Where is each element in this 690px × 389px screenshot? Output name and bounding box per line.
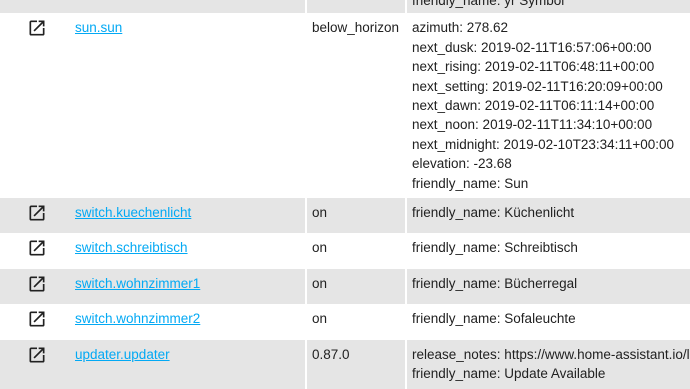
- icon-cell: [0, 13, 69, 199]
- attributes-cell: friendly_name: Schreibtisch: [407, 233, 690, 269]
- table-row: switch.wohnzimmer2 on friendly_name: Sofal…: [0, 304, 690, 340]
- attribute-line: next_setting: 2019-02-11T16:20:09+00:00: [412, 78, 663, 94]
- attribute-line: next_noon: 2019-02-11T11:34:10+00:00: [412, 117, 653, 133]
- open-in-new-icon[interactable]: [27, 274, 47, 294]
- attribute-line: release_notes: https://www.home-assistan…: [412, 346, 690, 362]
- icon-cell: [0, 198, 69, 234]
- attributes-cell: azimuth: 278.62 next_dusk: 2019-02-11T16:…: [407, 13, 690, 199]
- state-cell: below_horizon: [307, 13, 407, 199]
- icon-cell: [0, 339, 69, 389]
- attribute-line: friendly_name: Update Available: [412, 366, 606, 382]
- entity-link[interactable]: switch.kuechenlicht: [75, 205, 191, 220]
- entity-cell: switch.kuechenlicht: [69, 198, 307, 234]
- state-cell: on: [307, 233, 407, 269]
- attributes-cell: friendly_name: Sofaleuchte: [407, 304, 690, 340]
- table-row: sun.sun below_horizon azimuth: 278.62 next_…: [0, 13, 690, 199]
- attribute-line: next_dawn: 2019-02-11T06:11:14+00:00: [412, 98, 655, 114]
- attribute-line: friendly_name: Bücherregal: [412, 275, 578, 291]
- state-cell: on: [307, 268, 407, 305]
- state-cell: 0.87.0: [307, 339, 407, 389]
- attribute-line: friendly_name: Sun: [412, 175, 529, 191]
- table-row: switch.schreibtisch on friendly_name: Schr…: [0, 233, 690, 269]
- state-cell: on: [307, 304, 407, 340]
- entity-cell: sun.sun: [69, 13, 307, 199]
- attributes-cell: friendly_name: yr Symbol: [407, 0, 690, 14]
- attribute-line: friendly_name: Küchenlicht: [412, 205, 575, 221]
- table-row: updater.updater 0.87.0 release_notes: http…: [0, 339, 690, 389]
- table-row: switch.kuechenlicht on friendly_name: Küch…: [0, 198, 690, 234]
- table-row: friendly_name: yr Symbol: [0, 0, 690, 14]
- attributes-cell: friendly_name: Bücherregal: [407, 268, 690, 305]
- table-row: switch.wohnzimmer1 on friendly_name: Büche…: [0, 268, 690, 305]
- attribute-line: azimuth: 278.62: [412, 20, 509, 36]
- entity-cell: [69, 0, 307, 14]
- entity-link[interactable]: switch.wohnzimmer2: [75, 311, 200, 326]
- open-in-new-icon[interactable]: [27, 345, 47, 365]
- open-in-new-icon[interactable]: [27, 238, 47, 258]
- state-cell: on: [307, 198, 407, 234]
- icon-cell: [0, 268, 69, 305]
- attribute-line: friendly_name: yr Symbol: [412, 0, 565, 8]
- icon-cell: [0, 233, 69, 269]
- open-in-new-icon[interactable]: [27, 203, 47, 223]
- state-cell: [307, 0, 407, 14]
- entity-link[interactable]: sun.sun: [75, 20, 122, 35]
- icon-cell: [0, 0, 69, 14]
- attribute-line: next_midnight: 2019-02-10T23:34:11+00:00: [412, 136, 675, 152]
- attributes-cell: release_notes: https://www.home-assistan…: [407, 339, 690, 389]
- attribute-line: elevation: -23.68: [412, 156, 512, 172]
- attribute-line: friendly_name: Sofaleuchte: [412, 311, 576, 327]
- entity-cell: switch.wohnzimmer1: [69, 268, 307, 305]
- entity-cell: switch.schreibtisch: [69, 233, 307, 269]
- icon-cell: [0, 304, 69, 340]
- attributes-cell: friendly_name: Küchenlicht: [407, 198, 690, 234]
- entity-link[interactable]: switch.schreibtisch: [75, 240, 188, 255]
- attribute-line: next_rising: 2019-02-11T06:48:11+00:00: [412, 59, 655, 75]
- attribute-line: next_dusk: 2019-02-11T16:57:06+00:00: [412, 39, 652, 55]
- entity-cell: updater.updater: [69, 339, 307, 389]
- entity-table: friendly_name: yr Symbol sun.sun below_hor…: [0, 0, 690, 389]
- entity-link[interactable]: switch.wohnzimmer1: [75, 276, 200, 291]
- attribute-line: friendly_name: Schreibtisch: [412, 240, 578, 256]
- open-in-new-icon[interactable]: [27, 18, 47, 38]
- open-in-new-icon[interactable]: [27, 309, 47, 329]
- entity-cell: switch.wohnzimmer2: [69, 304, 307, 340]
- entity-link[interactable]: updater.updater: [75, 347, 170, 362]
